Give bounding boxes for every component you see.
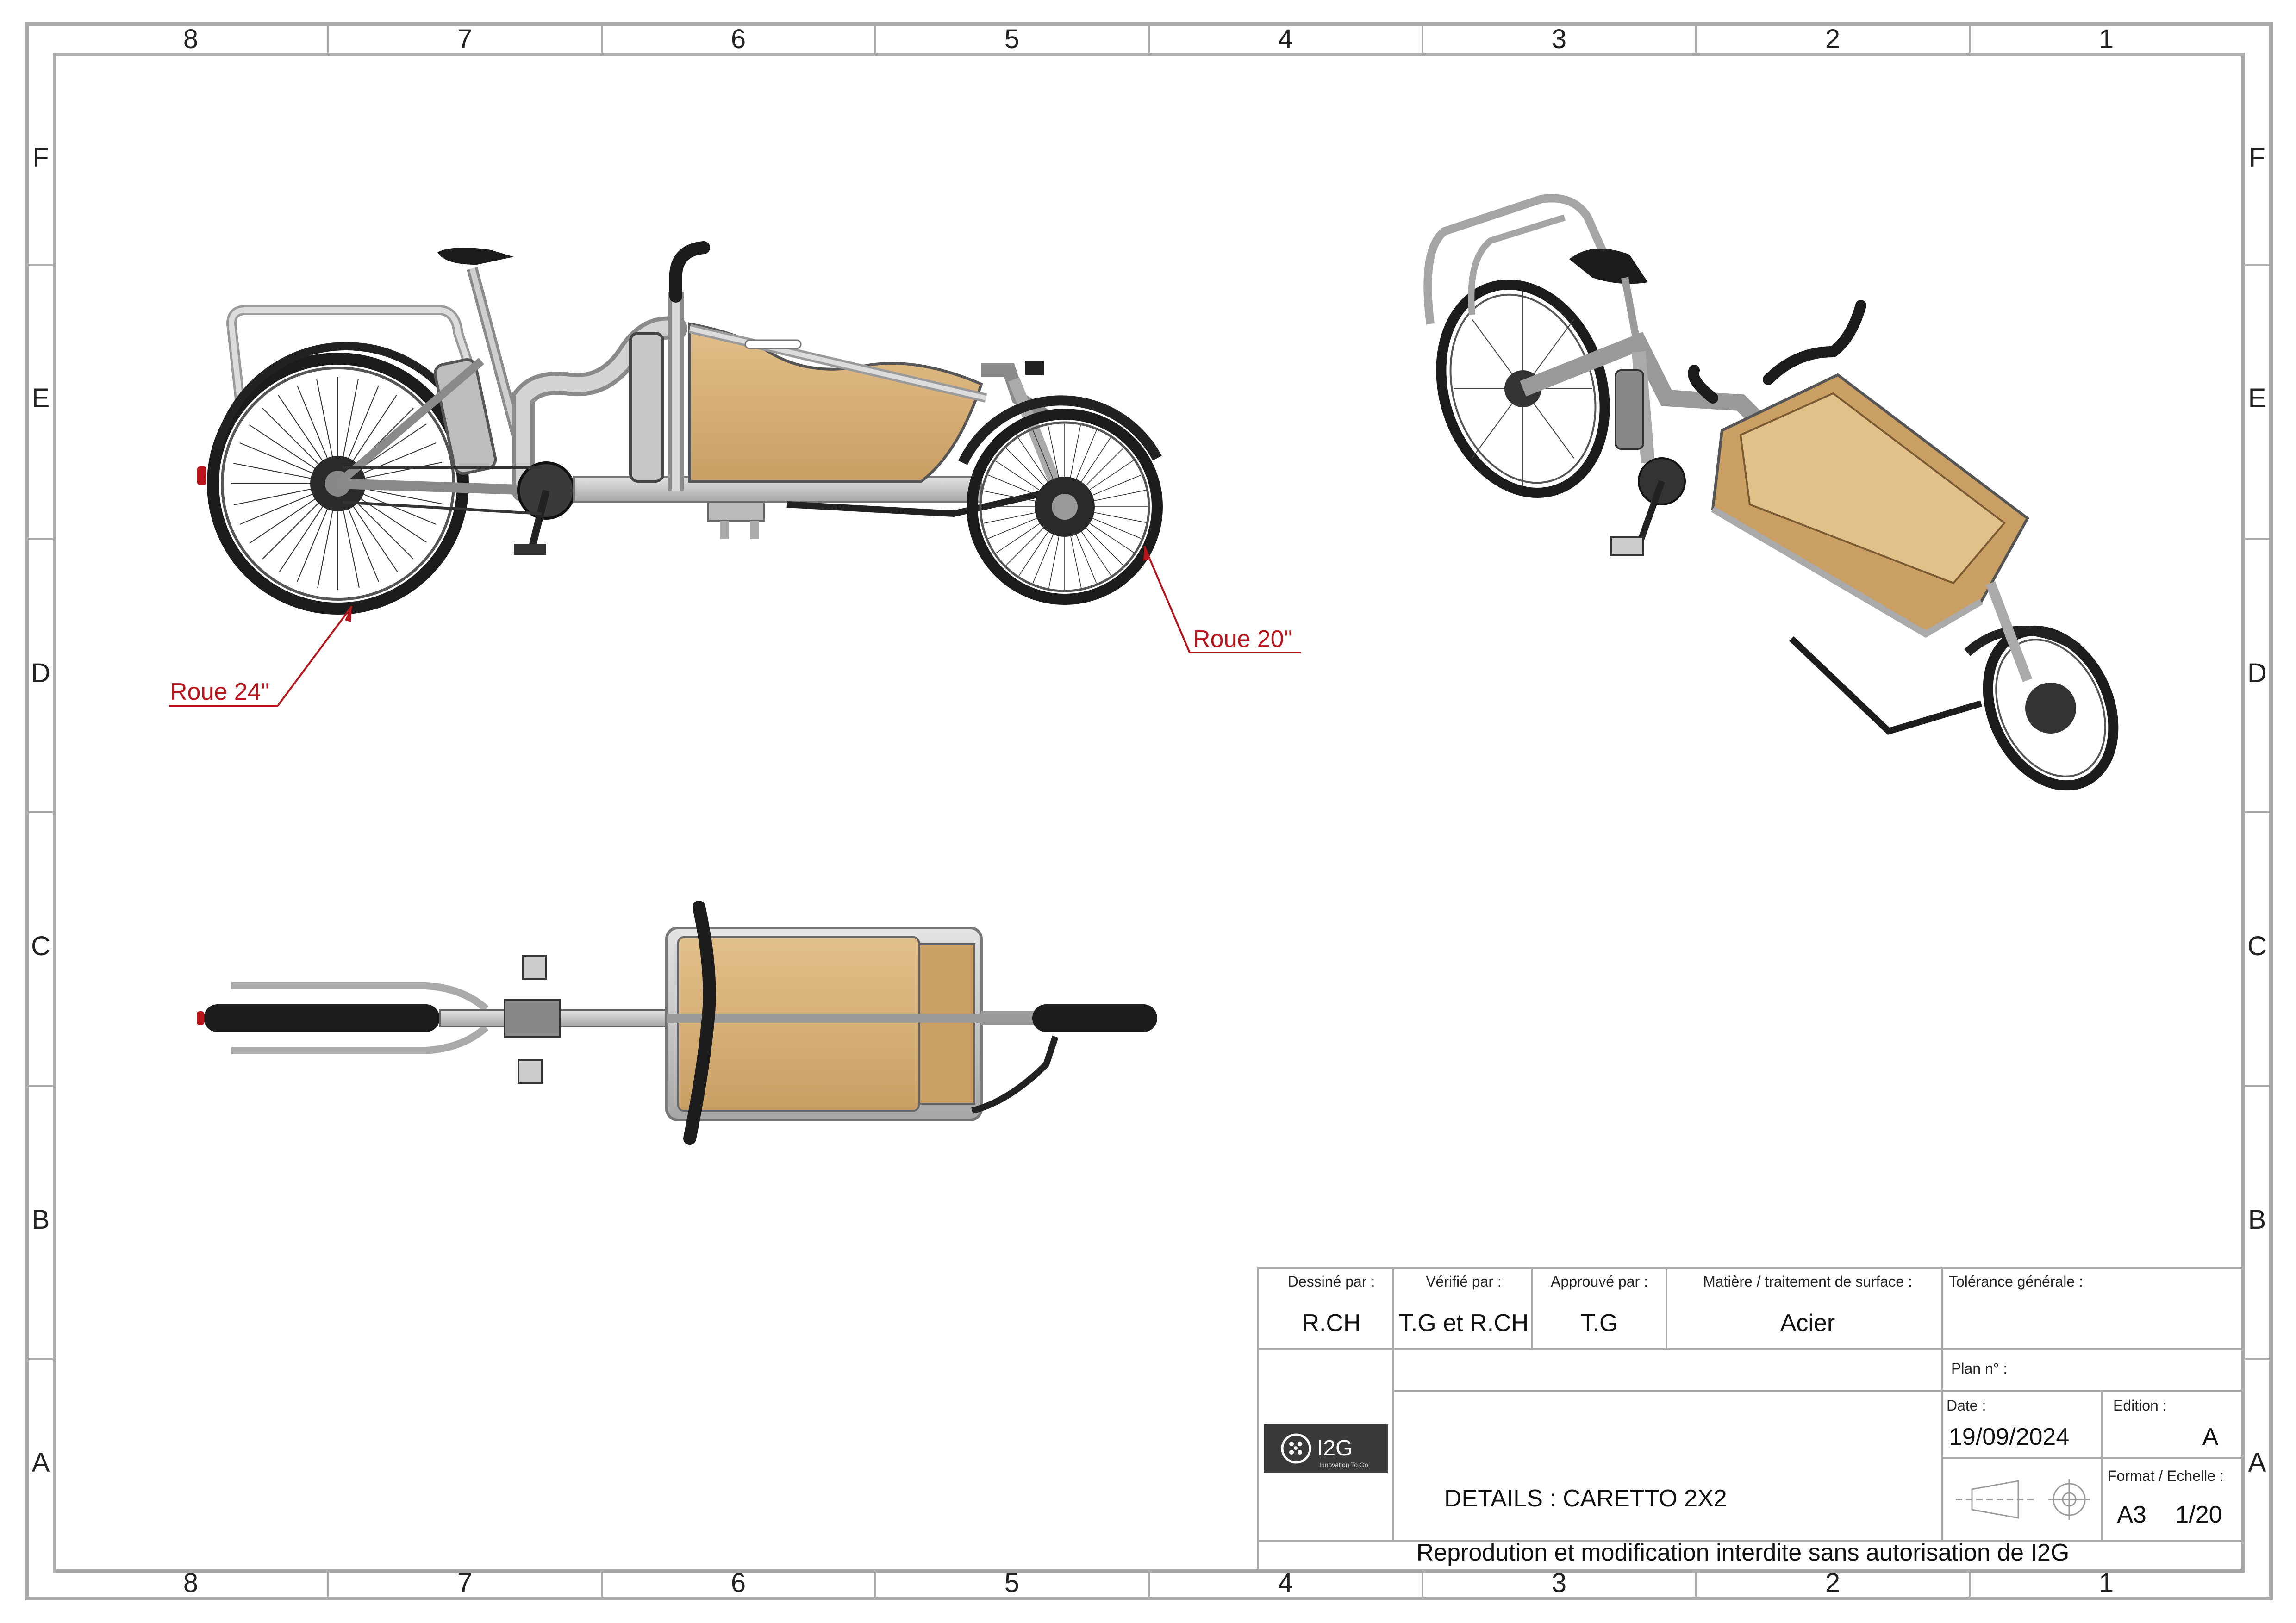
zone-col-top-7: 7 <box>457 24 472 54</box>
callout-front-wheel-label: Roue 20" <box>1193 626 1292 653</box>
zone-row-left-B: B <box>32 1205 50 1235</box>
zone-row-right-E: E <box>2248 383 2266 413</box>
zone-col-top-3: 3 <box>1552 24 1566 54</box>
zone-row-left-A: A <box>32 1448 50 1478</box>
pedal-right-icon <box>518 1059 543 1084</box>
zone-col-top-1: 1 <box>2099 24 2114 54</box>
rear-tire-top <box>204 1004 440 1032</box>
edition-value: A <box>2202 1424 2219 1450</box>
isometric-view-bike <box>1423 194 2119 791</box>
edition-label: Edition : <box>2113 1397 2167 1414</box>
plan-label: Plan n° : <box>1951 1360 2007 1377</box>
drawing-sheet: 8 7 6 5 4 3 2 1 8 7 6 5 4 3 2 1 F E D C … <box>25 22 2273 1600</box>
projection-symbol-icon <box>1956 1479 2090 1520</box>
headlight-icon <box>1025 361 1044 375</box>
zone-col-top-8: 8 <box>183 24 198 54</box>
zone-col-bottom-6: 6 <box>731 1568 746 1598</box>
date-value: 19/09/2024 <box>1949 1424 2069 1450</box>
zone-row-left-F: F <box>32 143 49 173</box>
material-value: Acier <box>1780 1310 1835 1337</box>
callout-front-wheel: Roue 20" <box>1143 546 1301 653</box>
front-wheel <box>967 409 1163 605</box>
front-tire-top <box>1032 1004 1157 1032</box>
zone-col-bottom-4: 4 <box>1278 1568 1293 1598</box>
inner-border <box>53 53 2245 1573</box>
side-view-bike <box>197 241 1163 615</box>
outer-border <box>25 22 2273 1600</box>
zone-row-left-D: D <box>31 658 50 688</box>
approved-by-value: T.G <box>1581 1310 1618 1337</box>
saddle <box>437 248 514 265</box>
logo-text: I2G <box>1317 1436 1353 1461</box>
logo-tagline: Innovation To Go <box>1319 1461 1368 1468</box>
zone-row-right-F: F <box>2249 143 2265 173</box>
drawn-by-label: Dessiné par : <box>1288 1273 1375 1290</box>
zone-row-right-C: C <box>2247 931 2267 961</box>
callout-rear-wheel-label: Roue 24" <box>170 678 269 705</box>
zone-col-top-5: 5 <box>1004 24 1019 54</box>
zone-row-right-B: B <box>2248 1205 2266 1235</box>
zone-col-top-2: 2 <box>1825 24 1840 54</box>
zone-row-right-A: A <box>2248 1448 2266 1478</box>
zone-col-bottom-3: 3 <box>1552 1568 1566 1598</box>
tolerance-label: Tolérance générale : <box>1949 1273 2083 1290</box>
zone-col-bottom-8: 8 <box>183 1568 198 1598</box>
drawing-title: DETAILS : CARETTO 2X2 <box>1444 1485 1727 1512</box>
drawn-by-value: R.CH <box>1302 1310 1360 1337</box>
zone-ticks <box>27 24 2271 1598</box>
zone-col-bottom-7: 7 <box>457 1568 472 1598</box>
material-label: Matière / traitement de surface : <box>1703 1273 1912 1290</box>
format-label: Format / Echelle : <box>2108 1468 2224 1484</box>
zone-col-bottom-1: 1 <box>2099 1568 2114 1598</box>
callout-rear-wheel: Roue 24" <box>169 605 353 707</box>
zone-row-left-C: C <box>31 931 50 961</box>
zone-col-bottom-5: 5 <box>1004 1568 1019 1598</box>
zone-col-top-6: 6 <box>731 24 746 54</box>
format-value: A3 <box>2117 1501 2146 1528</box>
zone-col-top-4: 4 <box>1278 24 1293 54</box>
i2g-logo: I2G Innovation To Go <box>1264 1424 1388 1473</box>
front-battery <box>629 332 664 483</box>
reproduction-notice: Reprodution et modification interdite sa… <box>1416 1539 2070 1566</box>
rear-light-icon <box>197 466 206 485</box>
top-view-bike <box>197 901 1157 1145</box>
zone-col-bottom-2: 2 <box>1825 1568 1840 1598</box>
date-label: Date : <box>1947 1397 1986 1414</box>
zone-row-left-E: E <box>32 383 50 413</box>
scale-value: 1/20 <box>2175 1501 2222 1528</box>
checked-by-label: Vérifié par : <box>1426 1273 1502 1290</box>
zone-row-right-D: D <box>2247 658 2267 688</box>
checked-by-value: T.G et R.CH <box>1399 1310 1529 1337</box>
approved-by-label: Approuvé par : <box>1551 1273 1648 1290</box>
pedal-left-icon <box>522 955 547 980</box>
pedal-icon <box>514 544 546 555</box>
cargo-box <box>688 322 983 483</box>
handlebar <box>669 241 710 303</box>
